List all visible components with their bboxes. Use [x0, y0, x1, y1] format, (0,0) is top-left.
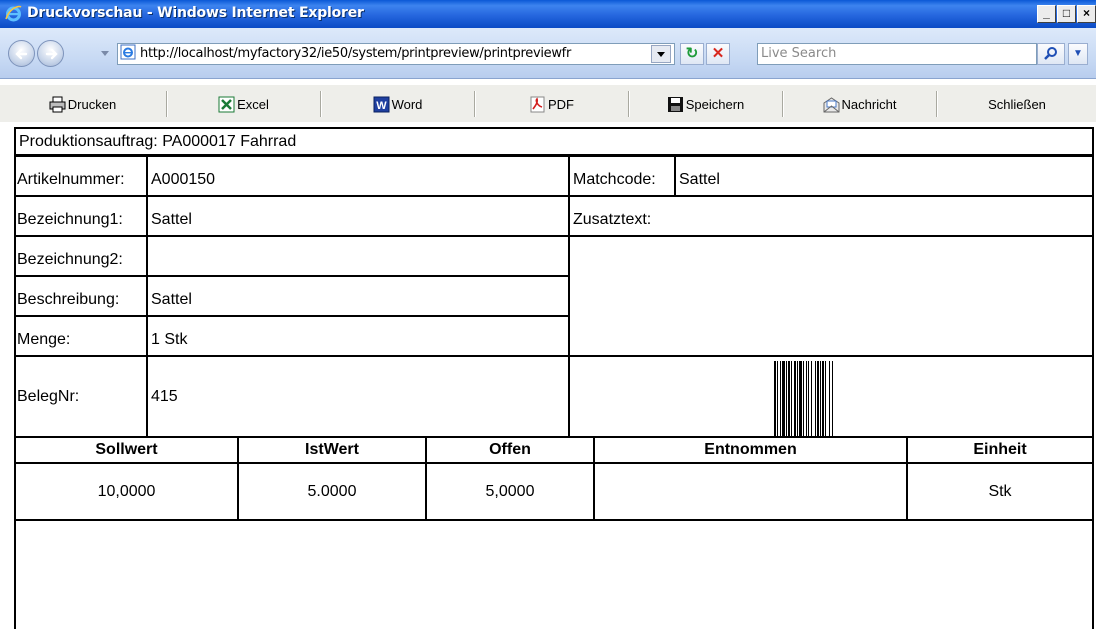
back-button[interactable] [8, 40, 35, 67]
stop-icon: ✕ [711, 45, 725, 62]
beschreibung-value: Sattel [151, 291, 192, 308]
excel-icon [218, 96, 235, 112]
forward-arrow-icon [45, 48, 58, 60]
message-icon [823, 96, 840, 112]
document-heading: Produktionsauftrag: PA000017 Fahrrad [19, 133, 297, 150]
search-icon [1044, 47, 1057, 60]
navigation-bar: http://localhost/myfactory32/ie50/system… [0, 28, 1096, 79]
internet-explorer-icon [5, 5, 22, 22]
page-icon [120, 44, 136, 60]
excel-label: Excel [237, 96, 269, 112]
refresh-icon: ↻ [685, 45, 699, 62]
back-arrow-icon [15, 48, 28, 60]
minimize-button[interactable]: _ [1037, 5, 1056, 23]
print-preview-page: Produktionsauftrag: PA000017 Fahrrad Art… [0, 122, 1096, 629]
row-divider [14, 355, 570, 357]
print-button[interactable]: Drucken [0, 85, 165, 123]
pdf-label: PDF [548, 96, 574, 112]
export-excel-button[interactable]: Excel [168, 85, 319, 123]
maximize-button[interactable]: □ [1057, 5, 1076, 23]
window-title: Druckvorschau - Windows Internet Explore… [27, 5, 364, 21]
zusatztext-label: Zusatztext: [573, 211, 652, 228]
export-word-button[interactable]: W Word [322, 85, 473, 123]
close-preview-button[interactable]: Schließen [938, 85, 1096, 123]
bezeichnung2-label: Bezeichnung2: [17, 251, 123, 268]
svg-text:W: W [376, 100, 387, 112]
row-divider [14, 315, 570, 317]
chevron-down-icon: ▼ [1073, 48, 1083, 59]
address-field[interactable]: http://localhost/myfactory32/ie50/system… [117, 43, 675, 65]
column-divider [146, 155, 148, 438]
refresh-button[interactable]: ↻ [680, 43, 704, 65]
artikelnummer-label: Artikelnummer: [17, 171, 125, 188]
stop-button[interactable]: ✕ [706, 43, 730, 65]
row-divider [14, 275, 570, 277]
barcode-icon [774, 361, 833, 436]
row-divider [14, 235, 570, 237]
print-preview-toolbar: Drucken Excel W Word PDF Speichern Nachr… [0, 84, 1096, 123]
save-label: Speichern [685, 96, 745, 112]
column-header-einheit: Einheit [973, 441, 1027, 458]
window-title-bar[interactable]: Druckvorschau - Windows Internet Explore… [0, 0, 1096, 29]
print-label: Drucken [67, 96, 117, 112]
artikelnummer-value: A000150 [151, 171, 216, 188]
printer-icon [49, 96, 66, 112]
close-button[interactable]: × [1077, 5, 1096, 23]
row-divider [568, 235, 1094, 237]
forward-button[interactable] [37, 40, 64, 67]
bezeichnung1-label: Bezeichnung1: [17, 211, 123, 228]
matchcode-label: Matchcode: [573, 171, 656, 188]
menge-label: Menge: [17, 331, 71, 348]
row-divider [14, 195, 570, 197]
send-message-button[interactable]: Nachricht [784, 85, 935, 123]
word-icon: W [373, 96, 390, 112]
table-cell-sollwert: 10,0000 [97, 483, 156, 500]
bezeichnung1-value: Sattel [151, 211, 192, 228]
pdf-icon [530, 96, 545, 112]
belegnr-label: BelegNr: [17, 388, 80, 405]
notes-area [14, 519, 1094, 629]
matchcode-value: Sattel [679, 171, 720, 188]
message-label: Nachricht [841, 96, 897, 112]
address-dropdown[interactable] [651, 45, 671, 63]
belegnr-value: 415 [151, 388, 178, 405]
column-header-entnommen: Entnommen [704, 441, 797, 458]
barcode-box [568, 355, 1094, 438]
column-header-sollwert: Sollwert [95, 441, 158, 458]
menge-value: 1 Stk [151, 331, 188, 348]
table-cell-offen: 5,0000 [485, 483, 535, 500]
address-text: http://localhost/myfactory32/ie50/system… [140, 46, 572, 61]
floppy-disk-icon [667, 96, 683, 112]
word-label: Word [391, 96, 423, 112]
search-button[interactable] [1037, 43, 1065, 65]
search-options-dropdown[interactable]: ▼ [1068, 43, 1088, 65]
beschreibung-label: Beschreibung: [17, 291, 120, 308]
table-cell-einheit: Stk [988, 483, 1012, 500]
table-cell-istwert: 5.0000 [307, 483, 357, 500]
table-header-divider [14, 462, 1094, 464]
column-header-istwert: IstWert [305, 441, 359, 458]
export-pdf-button[interactable]: PDF [476, 85, 627, 123]
recent-pages-dropdown[interactable] [101, 51, 109, 56]
close-preview-label: Schließen [988, 96, 1046, 112]
save-button[interactable]: Speichern [630, 85, 781, 123]
heading-box: Produktionsauftrag: PA000017 Fahrrad [14, 127, 1094, 156]
column-header-offen: Offen [489, 441, 531, 458]
search-input[interactable]: Live Search [757, 43, 1037, 65]
column-divider [674, 155, 676, 197]
